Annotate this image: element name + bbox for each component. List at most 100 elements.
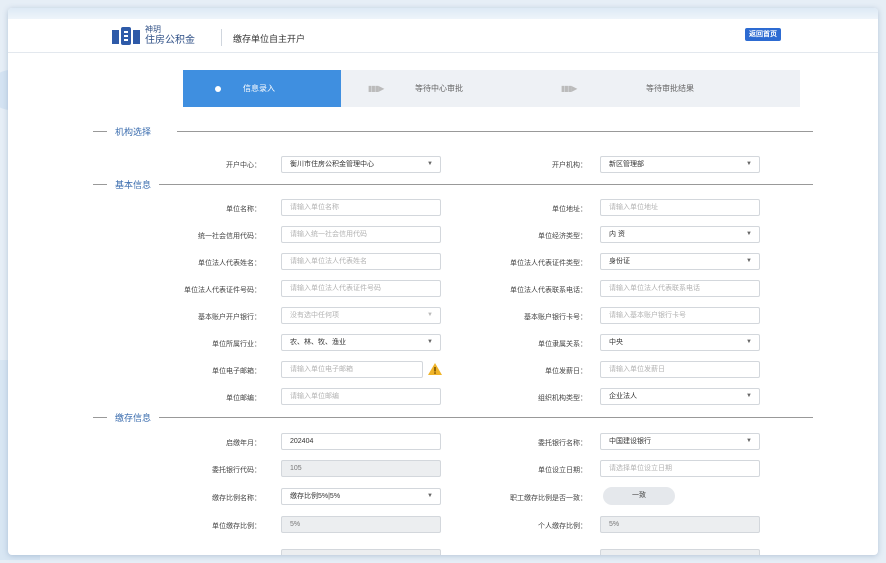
industry-select[interactable]: 农、林、牧、渔业 ▼ [281, 334, 441, 351]
legal-name-label: 单位法人代表姓名： [198, 260, 261, 267]
bank-label: 基本账户开户银行： [198, 314, 261, 321]
payday-label: 单位发薪日： [545, 368, 587, 375]
unit-address-input[interactable]: 请输入单位地址 [600, 199, 760, 216]
entrust-bank-value: 中国建设银行 [609, 438, 651, 445]
warning-triangle-icon [428, 363, 442, 375]
setup-date-label: 单位设立日期： [538, 467, 587, 474]
partial-field [600, 549, 760, 555]
step-wait-result: 等待审批结果 [646, 70, 694, 107]
industry-value: 农、林、牧、渔业 [290, 339, 346, 346]
window-topbar [8, 8, 878, 19]
arrow-right-icon: ▮▮▮▶ [368, 84, 384, 93]
bank-select[interactable]: 没有选中任何项 ▼ [281, 307, 441, 324]
center-label: 开户中心： [226, 162, 261, 169]
entrust-bank-label: 委托银行名称： [538, 440, 587, 447]
econ-type-label: 单位经济类型： [538, 233, 587, 240]
step-label: 信息录入 [243, 84, 275, 93]
ratio-name-select[interactable]: 缴存比例5%|5% ▼ [281, 488, 441, 505]
arrow-right-icon: ▮▮▮▶ [561, 84, 577, 93]
section-title: 基本信息 [115, 180, 152, 190]
branch-select[interactable]: 新区管理部 ▼ [600, 156, 760, 173]
unit-name-input[interactable]: 请输入单位名称 [281, 199, 441, 216]
legal-idtype-value: 身份证 [609, 258, 630, 265]
circle-dot-icon [215, 86, 221, 92]
start-month-input[interactable]: 202404 [281, 433, 441, 450]
app-window: 神玥 住房公积金 缴存单位自主开户 返回首页 信息录入 ▮▮▮▶ 等待中心审批 … [8, 8, 878, 555]
legal-id-label: 单位法人代表证件号码： [184, 287, 261, 294]
legal-phone-label: 单位法人代表联系电话： [510, 287, 587, 294]
partial-field [281, 549, 441, 555]
zip-input[interactable]: 请输入单位邮编 [281, 388, 441, 405]
econ-type-select[interactable]: 内 资 ▼ [600, 226, 760, 243]
center-value: 衡川市住房公积金管理中心 [290, 161, 374, 168]
bank-account-label: 基本账户银行卡号： [524, 314, 587, 321]
unit-address-label: 单位地址： [552, 206, 587, 213]
section-dash [93, 131, 107, 132]
credit-code-label: 统一社会信用代码： [198, 233, 261, 240]
caret-down-icon: ▼ [427, 493, 433, 499]
header-divider [221, 29, 222, 46]
step-label: 等待中心审批 [415, 84, 463, 93]
section-title: 缴存信息 [115, 413, 152, 423]
setup-date-input[interactable]: 请选择单位设立日期 [600, 460, 760, 477]
site-header: 神玥 住房公积金 缴存单位自主开户 返回首页 [8, 19, 878, 53]
section-basic: 基本信息 [93, 178, 813, 190]
caret-down-icon: ▼ [746, 438, 752, 444]
housing-fund-logo [112, 27, 140, 45]
unit-name-label: 单位名称： [226, 206, 261, 213]
progress-steps: 信息录入 ▮▮▮▶ 等待中心审批 ▮▮▮▶ 等待审批结果 [183, 70, 800, 107]
orgtype-select[interactable]: 企业法人 ▼ [600, 388, 760, 405]
payday-input[interactable]: 请输入单位发薪日 [600, 361, 760, 378]
section-deposit: 缴存信息 [93, 411, 813, 423]
legal-phone-input[interactable]: 请输入单位法人代表联系电话 [600, 280, 760, 297]
step-label: 等待审批结果 [646, 84, 694, 93]
email-input[interactable]: 请输入单位电子邮箱 [281, 361, 423, 378]
caret-down-icon: ▼ [746, 231, 752, 237]
step-wait-approval: 等待中心审批 [415, 70, 463, 107]
industry-label: 单位所属行业： [212, 341, 261, 348]
section-dash [93, 417, 107, 418]
start-month-label: 启缴年月： [226, 440, 261, 447]
main-content: 信息录入 ▮▮▮▶ 等待中心审批 ▮▮▮▶ 等待审批结果 机构选择 开户中心： … [53, 53, 853, 555]
section-title: 机构选择 [115, 127, 152, 137]
person-ratio-label: 个人缴存比例： [538, 523, 587, 530]
section-org: 机构选择 [93, 125, 813, 137]
entrust-code-label: 委托银行代码： [212, 467, 261, 474]
section-dash [93, 184, 107, 185]
caret-down-icon: ▼ [746, 339, 752, 345]
consistent-toggle[interactable]: 一致 [603, 487, 675, 505]
consistent-label: 职工缴存比例是否一致： [510, 495, 587, 502]
logo-line1: 神玥 [145, 25, 161, 34]
legal-idtype-label: 单位法人代表证件类型： [510, 260, 587, 267]
legal-idtype-select[interactable]: 身份证 ▼ [600, 253, 760, 270]
legal-name-input[interactable]: 请输入单位法人代表姓名 [281, 253, 441, 270]
branch-value: 新区管理部 [609, 161, 644, 168]
person-ratio-input: 5% [600, 516, 760, 533]
affiliation-label: 单位隶属关系： [538, 341, 587, 348]
logo-line2: 住房公积金 [145, 35, 195, 46]
home-button[interactable]: 返回首页 [745, 28, 781, 41]
bank-account-input[interactable]: 请输入基本账户银行卡号 [600, 307, 760, 324]
unit-ratio-input: 5% [281, 516, 441, 533]
econ-type-value: 内 资 [609, 231, 625, 238]
caret-down-icon: ▼ [746, 161, 752, 167]
legal-id-input[interactable]: 请输入单位法人代表证件号码 [281, 280, 441, 297]
unit-ratio-label: 单位缴存比例： [212, 523, 261, 530]
caret-down-icon: ▼ [746, 258, 752, 264]
ratio-name-label: 缴存比例名称： [212, 495, 261, 502]
section-line [159, 417, 813, 418]
email-label: 单位电子邮箱： [212, 368, 261, 375]
affiliation-value: 中央 [609, 339, 623, 346]
entrust-code-input: 105 [281, 460, 441, 477]
credit-code-input[interactable]: 请输入统一社会信用代码 [281, 226, 441, 243]
orgtype-value: 企业法人 [609, 393, 637, 400]
zip-label: 单位邮编： [226, 395, 261, 402]
entrust-bank-select[interactable]: 中国建设银行 ▼ [600, 433, 760, 450]
center-select[interactable]: 衡川市住房公积金管理中心 ▼ [281, 156, 441, 173]
page-title: 缴存单位自主开户 [233, 34, 306, 44]
orgtype-label: 组织机构类型： [538, 395, 587, 402]
section-line [177, 131, 813, 132]
caret-down-icon: ▼ [746, 393, 752, 399]
bank-placeholder: 没有选中任何项 [290, 312, 339, 319]
affiliation-select[interactable]: 中央 ▼ [600, 334, 760, 351]
